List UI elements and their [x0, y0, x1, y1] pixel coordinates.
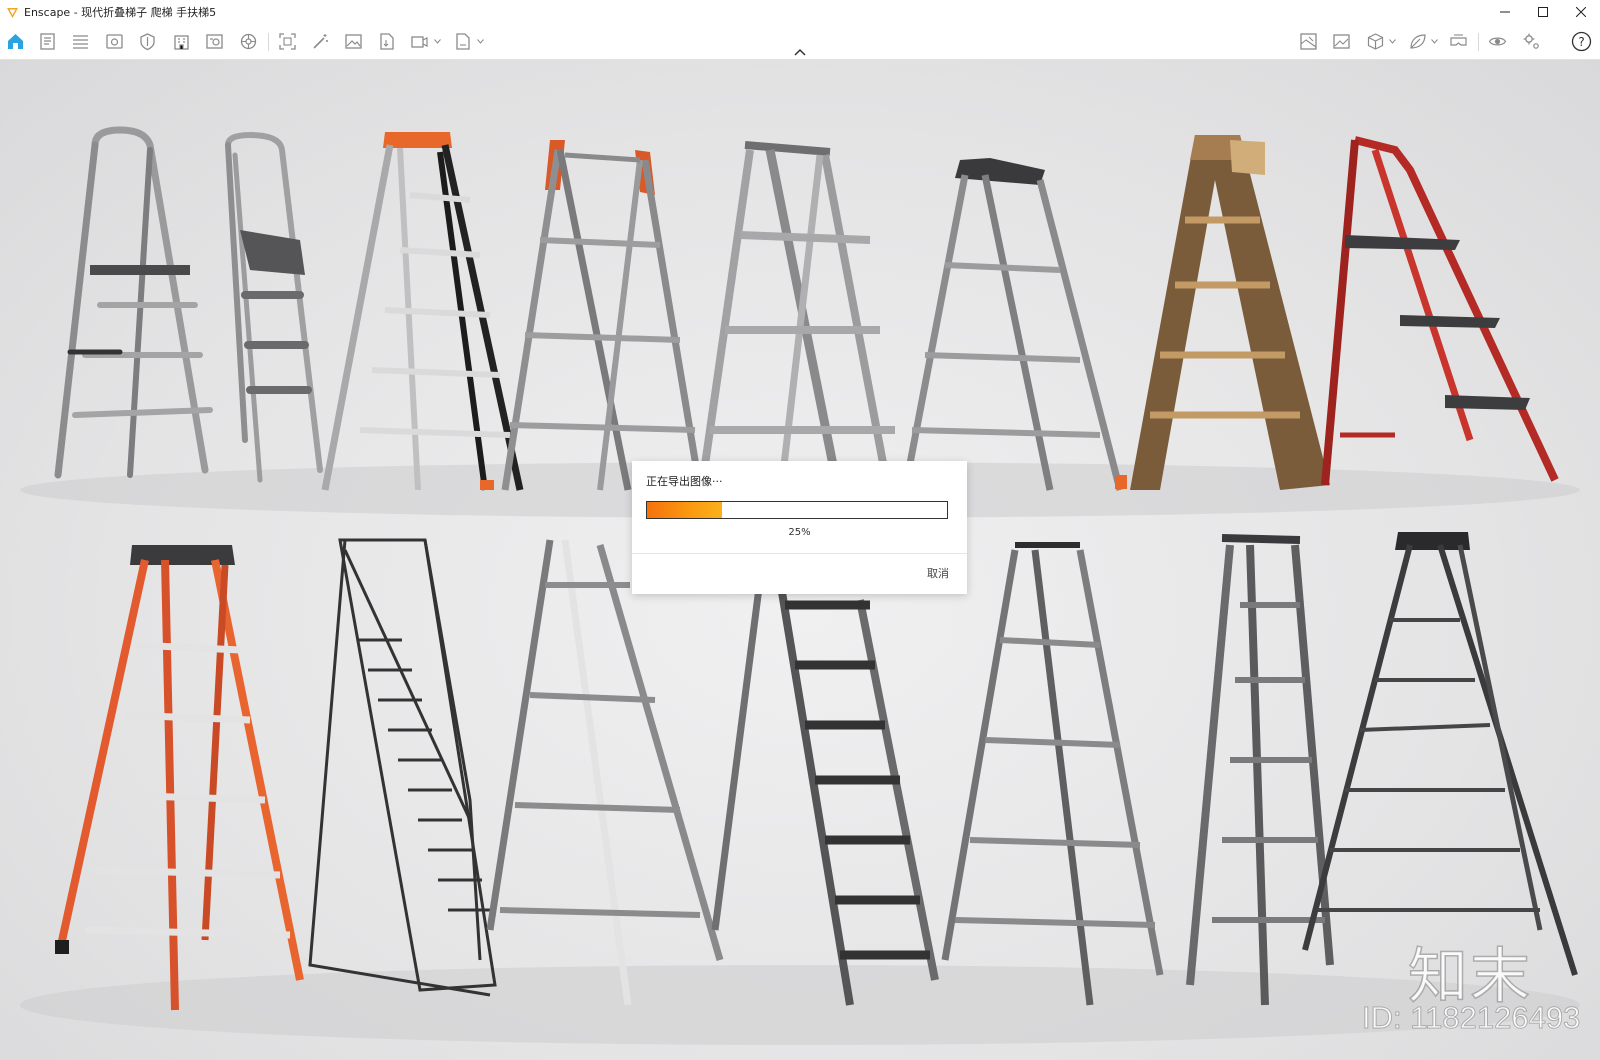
collapse-toolbar-chevron-icon[interactable]	[793, 47, 807, 57]
screenshot-icon[interactable]	[278, 32, 297, 51]
export-file-icon[interactable]	[377, 32, 396, 51]
view-icon[interactable]	[105, 32, 124, 51]
eye-icon[interactable]	[1488, 32, 1507, 51]
ladder-model	[1302, 532, 1578, 976]
ladder-model	[55, 545, 304, 1011]
building-icon[interactable]	[172, 32, 191, 51]
settings-wheel-icon[interactable]	[239, 32, 258, 51]
panorama-icon[interactable]	[453, 32, 472, 51]
watermark-id: ID: 1182126493	[1361, 1000, 1581, 1036]
toolbar-separator	[1478, 33, 1479, 51]
dialog-divider	[632, 553, 967, 554]
gear-icon[interactable]	[1522, 32, 1541, 51]
minimize-icon	[1500, 11, 1510, 13]
close-button[interactable]	[1562, 0, 1600, 24]
maximize-button[interactable]	[1524, 0, 1562, 24]
cube-icon[interactable]	[1366, 32, 1385, 51]
export-progress-bar	[646, 501, 948, 519]
ladder-model	[486, 539, 724, 1006]
chevron-down-icon[interactable]	[477, 39, 484, 44]
window-title: Enscape - 现代折叠梯子 爬梯 手扶梯5	[24, 6, 217, 19]
ladder-model	[225, 131, 323, 483]
svg-text:?: ?	[1578, 35, 1584, 49]
chevron-down-icon[interactable]	[434, 39, 441, 44]
ladder-model	[1130, 135, 1330, 490]
asset-library-icon[interactable]	[205, 32, 224, 51]
ladder-model	[308, 538, 497, 997]
gallery-icon[interactable]	[1332, 32, 1351, 51]
minimize-button[interactable]	[1486, 0, 1524, 24]
ladder-model	[711, 579, 939, 1006]
chevron-down-icon[interactable]	[1431, 39, 1438, 44]
title-bar: Enscape - 现代折叠梯子 爬梯 手扶梯5	[0, 0, 1600, 24]
leaf-icon[interactable]	[1408, 32, 1427, 51]
close-icon	[1576, 7, 1586, 17]
enscape-logo-icon	[7, 7, 18, 18]
ladder-model	[321, 132, 524, 491]
image-icon[interactable]	[344, 32, 363, 51]
ladder-model	[696, 141, 895, 501]
ladder-model	[501, 140, 704, 491]
toolbar-separator	[268, 33, 269, 51]
export-progress-fill	[647, 502, 722, 518]
maximize-icon	[1538, 7, 1548, 17]
help-icon[interactable]: ?	[1571, 31, 1592, 52]
document-icon[interactable]	[38, 32, 57, 51]
export-status-message: 正在导出图像···	[646, 475, 723, 488]
ladder-model	[901, 158, 1127, 491]
cancel-button[interactable]: 取消	[927, 565, 949, 581]
list-icon[interactable]	[71, 32, 90, 51]
vr-headset-icon[interactable]	[1449, 32, 1468, 51]
ladder-model	[54, 126, 213, 479]
shield-icon[interactable]	[138, 32, 157, 51]
video-icon[interactable]	[410, 32, 429, 51]
export-progress-dialog: 正在导出图像··· 25% 取消	[632, 461, 967, 594]
chevron-down-icon[interactable]	[1389, 39, 1396, 44]
home-icon[interactable]	[6, 32, 25, 51]
ladder-model	[1321, 136, 1559, 486]
magic-wand-icon[interactable]	[311, 32, 330, 51]
map-icon[interactable]	[1299, 32, 1318, 51]
export-progress-percent: 25%	[788, 527, 811, 538]
ladder-model	[941, 542, 1164, 1006]
